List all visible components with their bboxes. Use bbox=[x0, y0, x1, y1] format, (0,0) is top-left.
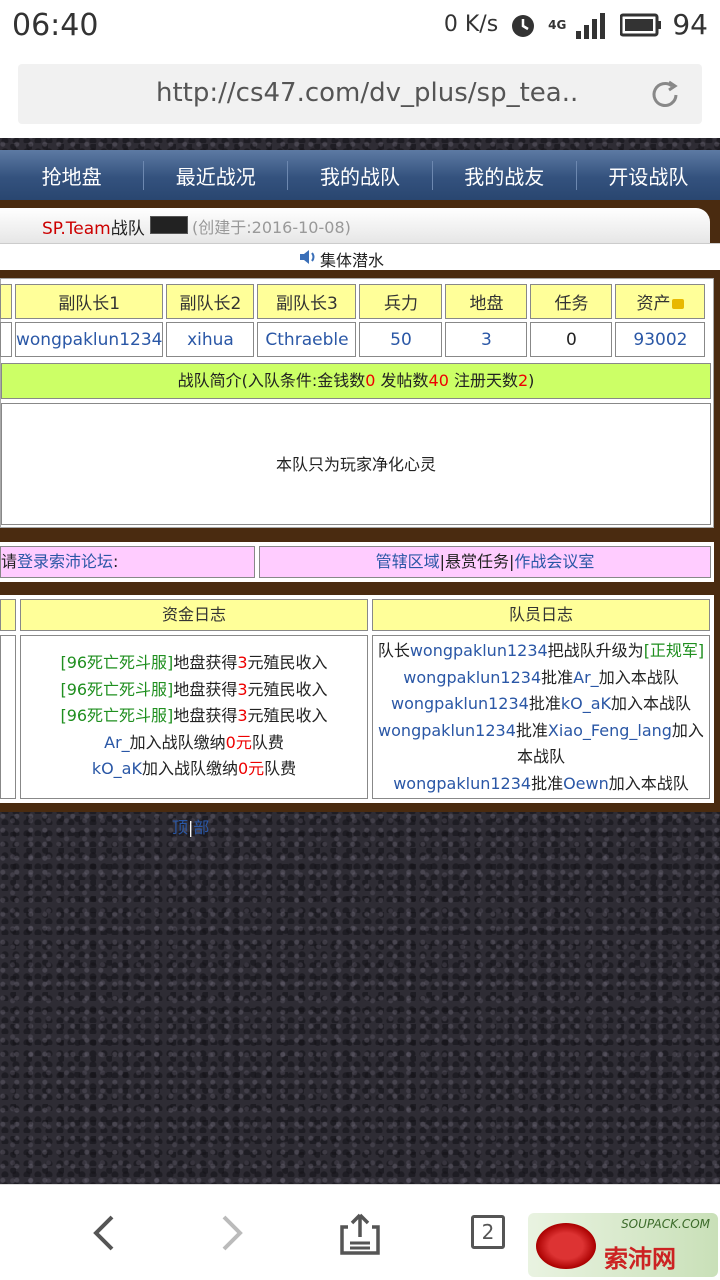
top-link[interactable]: 顶 bbox=[172, 818, 188, 837]
links-row: 请登录索沛论坛: 管辖区域|悬赏任务|作战会议室 bbox=[0, 542, 714, 582]
tasks-value: 0 bbox=[530, 322, 613, 357]
nav-create-team[interactable]: 开设战队 bbox=[577, 161, 720, 190]
member-log: 队长wongpaklun1234把战队升级为[正规军] wongpaklun12… bbox=[372, 635, 710, 799]
stats-header: 副队长3 bbox=[257, 284, 357, 319]
member-log-entry: wongpaklun1234批准Xiao_Feng_lang加入本战队 bbox=[378, 720, 704, 767]
bottom-link[interactable]: 部 bbox=[193, 818, 209, 837]
nav-my-teammates[interactable]: 我的战友 bbox=[433, 160, 577, 190]
log-body-cut bbox=[0, 635, 16, 799]
jurisdiction-link[interactable]: 管辖区域 bbox=[376, 552, 440, 571]
watermark-text: SOUPACK.COM bbox=[621, 1217, 710, 1231]
nav-my-team[interactable]: 我的战队 bbox=[288, 160, 433, 190]
fund-log-entry: kO_aK加入战队缴纳0元队费 bbox=[91, 759, 297, 778]
member-log-entry: wongpaklun1234批准Oewn加入本战队 bbox=[393, 773, 689, 793]
signal-icon bbox=[576, 12, 606, 39]
fund-log-header: 资金日志 bbox=[20, 599, 368, 631]
fund-log-entry: [96死亡死斗服]地盘获得3元殖民收入 bbox=[60, 706, 328, 725]
team-intro-text: 本队只为玩家净化心灵 bbox=[1, 403, 711, 525]
browser-url-bar: http://cs47.com/dv_plus/sp_tea.. bbox=[0, 52, 720, 138]
watermark-logo-icon bbox=[536, 1223, 596, 1269]
team-intro-header: 战队简介(入队条件:金钱数0 发帖数40 注册天数2) bbox=[1, 363, 711, 399]
vice-captain-2-link[interactable]: xihua bbox=[166, 322, 255, 357]
stats-header: 副队长2 bbox=[166, 284, 255, 319]
fund-log: [96死亡死斗服]地盘获得3元殖民收入 [96死亡死斗服]地盘获得3元殖民收入 … bbox=[20, 635, 368, 799]
site-nav: 抢地盘 最近战况 我的战队 我的战友 开设战队 bbox=[0, 150, 720, 200]
login-link[interactable]: 登录索沛论坛 bbox=[17, 552, 113, 571]
team-subtitle: 集体潜水 bbox=[320, 251, 385, 270]
battery-level: 94 bbox=[672, 8, 708, 41]
team-title-bar: SP.Team战队 (创建于:2016-10-08) bbox=[0, 208, 710, 243]
url-text: http://cs47.com/dv_plus/sp_tea.. bbox=[156, 78, 579, 108]
nav-recent-battles[interactable]: 最近战况 bbox=[144, 160, 289, 190]
footer-links: 顶|部 bbox=[172, 818, 210, 837]
member-log-entry: 队长wongpaklun1234把战队升级为[正规军] bbox=[377, 641, 705, 660]
net-speed: 0 K/s bbox=[443, 12, 499, 37]
stats-header: 兵力 bbox=[359, 284, 443, 319]
team-subtitle-bar: 集体潜水 bbox=[0, 243, 720, 270]
nav-grab-territory[interactable]: 抢地盘 bbox=[0, 160, 145, 190]
status-bar: 06:40 0 K/s 4G 94 bbox=[0, 0, 720, 52]
team-functions: 管辖区域|悬赏任务|作战会议室 bbox=[259, 546, 711, 578]
member-log-header: 队员日志 bbox=[372, 599, 710, 631]
browser-toolbar: 2 SOUPACK.COM 索沛网 bbox=[0, 1184, 720, 1280]
stats-header: 地盘 bbox=[445, 284, 528, 319]
watermark-cn: 索沛网 bbox=[604, 1245, 676, 1273]
assets-value[interactable]: 93002 bbox=[615, 322, 706, 357]
pirate-flag-icon bbox=[150, 216, 188, 234]
login-prompt: 请登录索沛论坛: bbox=[0, 546, 255, 578]
reload-icon[interactable] bbox=[648, 78, 682, 112]
stats-header: 任务 bbox=[530, 284, 613, 319]
log-header-cut bbox=[0, 599, 16, 631]
war-room-link[interactable]: 作战会议室 bbox=[514, 552, 594, 571]
team-info-box: 副队长1 副队长2 副队长3 兵力 地盘 任务 资产 wongpaklun123… bbox=[0, 278, 714, 528]
stats-header-assets: 资产 bbox=[615, 284, 706, 319]
member-log-entry: wongpaklun1234批准kO_aK加入本战队 bbox=[390, 694, 692, 713]
speaker-icon bbox=[300, 250, 315, 264]
fund-log-entry: [96死亡死斗服]地盘获得3元殖民收入 bbox=[60, 679, 328, 699]
bounty-tasks-text[interactable]: 悬赏任务 bbox=[445, 552, 509, 571]
back-icon[interactable] bbox=[88, 1213, 122, 1253]
logs-section: 资金日志 队员日志 [96死亡死斗服]地盘获得3元殖民收入 [96死亡死斗服]地… bbox=[0, 595, 714, 803]
battery-icon bbox=[620, 13, 662, 36]
team-name[interactable]: SP.Team战队 bbox=[42, 214, 145, 239]
troops-value[interactable]: 50 bbox=[359, 322, 443, 357]
team-stats-table: 副队长1 副队长2 副队长3 兵力 地盘 任务 资产 wongpaklun123… bbox=[0, 281, 708, 360]
network-type: 4G bbox=[548, 17, 567, 32]
vice-captain-1-link[interactable]: wongpaklun1234 bbox=[15, 322, 164, 357]
tab-count-button[interactable]: 2 bbox=[471, 1215, 505, 1249]
status-icons: 0 K/s 4G 94 bbox=[444, 8, 708, 41]
stats-header: 副队长1 bbox=[15, 284, 164, 319]
member-log-entry: wongpaklun1234批准Ar_加入本战队 bbox=[403, 667, 679, 687]
share-icon[interactable] bbox=[338, 1213, 382, 1255]
forward-icon[interactable] bbox=[214, 1213, 248, 1253]
vice-captain-3-link[interactable]: Cthraeble bbox=[257, 322, 357, 357]
territory-value[interactable]: 3 bbox=[445, 322, 528, 357]
site-watermark: SOUPACK.COM 索沛网 bbox=[528, 1213, 718, 1277]
team-panel: SP.Team战队 (创建于:2016-10-08) 集体潜水 副队长1 副队长… bbox=[0, 200, 720, 837]
team-created-date: (创建于:2016-10-08) bbox=[192, 218, 351, 237]
coin-icon bbox=[672, 299, 685, 309]
status-time: 06:40 bbox=[12, 8, 99, 43]
stats-header-cut bbox=[0, 284, 12, 319]
alarm-icon bbox=[512, 14, 535, 37]
stats-value-cut bbox=[0, 322, 12, 357]
fund-log-entry: Ar_加入战队缴纳0元队费 bbox=[104, 732, 284, 752]
url-field[interactable]: http://cs47.com/dv_plus/sp_tea.. bbox=[18, 64, 702, 124]
fund-log-entry: [96死亡死斗服]地盘获得3元殖民收入 bbox=[60, 653, 328, 672]
